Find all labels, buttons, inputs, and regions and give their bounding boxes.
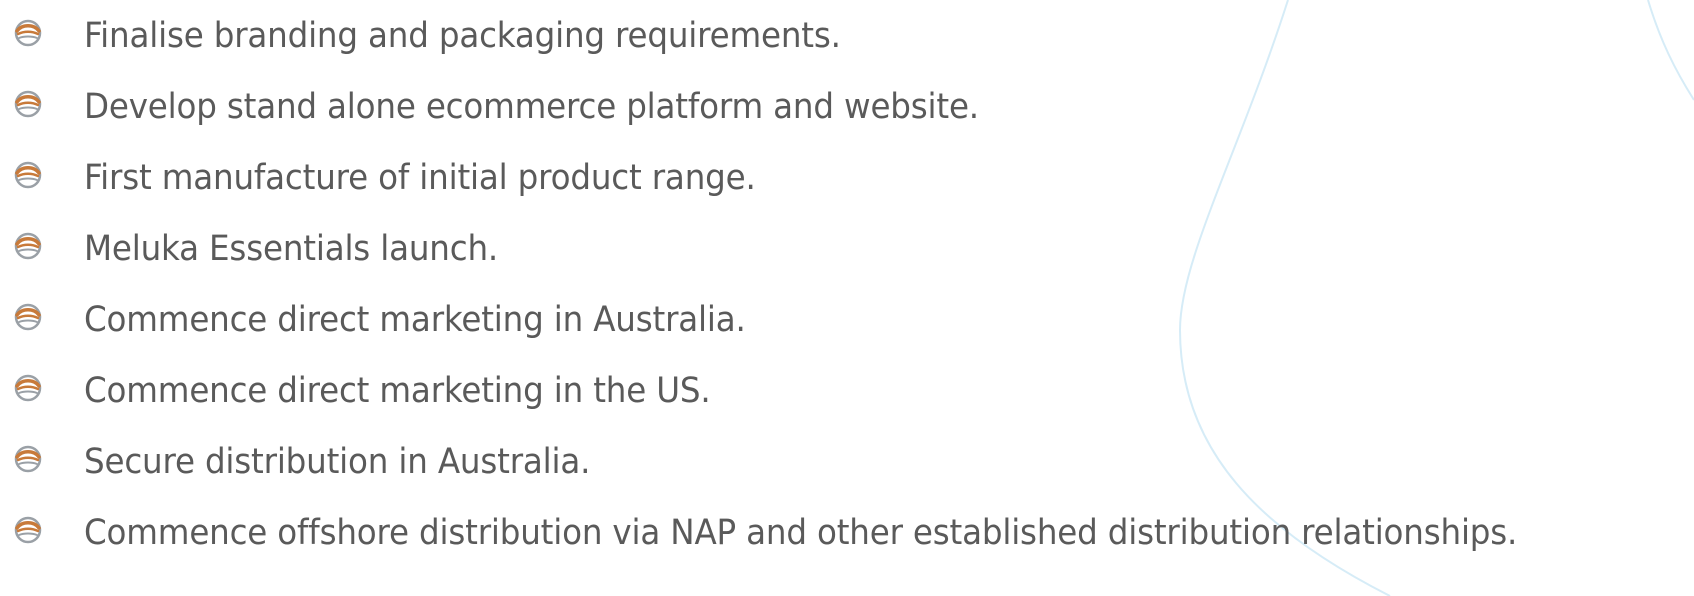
list-item: Secure distribution in Australia. — [14, 426, 1625, 497]
roadmap-list: Finalise branding and packaging requirem… — [14, 0, 1625, 568]
meluka-logo-icon — [14, 374, 42, 401]
list-item: First manufacture of initial product ran… — [14, 142, 1625, 213]
list-item-label: First manufacture of initial product ran… — [84, 157, 756, 198]
meluka-logo-icon — [14, 19, 42, 46]
list-item: Meluka Essentials launch. — [14, 213, 1625, 284]
meluka-logo-icon — [14, 445, 42, 472]
list-item: Commence direct marketing in the US. — [14, 355, 1625, 426]
list-item-label: Commence direct marketing in the US. — [84, 370, 711, 411]
list-item: Commence offshore distribution via NAP a… — [14, 497, 1625, 568]
meluka-logo-icon — [14, 90, 42, 117]
list-item-label: Meluka Essentials launch. — [84, 228, 499, 269]
list-item-label: Commence direct marketing in Australia. — [84, 299, 746, 340]
list-item-label: Commence offshore distribution via NAP a… — [84, 512, 1518, 553]
list-item: Commence direct marketing in Australia. — [14, 284, 1625, 355]
list-item-label: Finalise branding and packaging requirem… — [84, 15, 841, 56]
meluka-logo-icon — [14, 516, 42, 543]
meluka-logo-icon — [14, 303, 42, 330]
meluka-logo-icon — [14, 232, 42, 259]
list-item-label: Develop stand alone ecommerce platform a… — [84, 86, 979, 127]
list-item-label: Secure distribution in Australia. — [84, 441, 591, 482]
list-item: Develop stand alone ecommerce platform a… — [14, 71, 1625, 142]
meluka-logo-icon — [14, 161, 42, 188]
list-item: Finalise branding and packaging requirem… — [14, 0, 1625, 71]
